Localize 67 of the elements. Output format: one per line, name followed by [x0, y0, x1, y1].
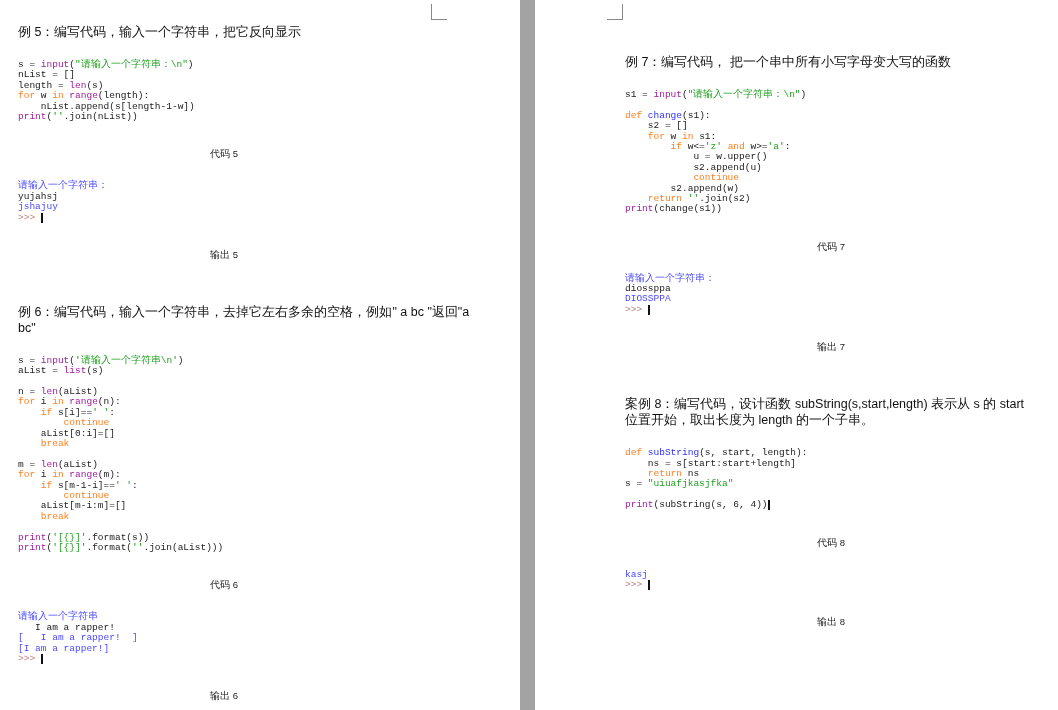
code-line: print(subString(s, 6, 4)) — [625, 500, 768, 511]
code-line: nList = [] — [18, 70, 75, 81]
code-line: s = "uiuafjkasjfka" — [625, 479, 734, 490]
code-line: print('[{}]'.format(''.join(aList))) — [18, 542, 224, 554]
code-line: print(''.join(nList)) — [18, 111, 138, 123]
code-line: s1 = input("请输入一个字符串：\n") — [625, 90, 807, 101]
code-line: continue — [62, 491, 110, 501]
code-line: def subString(s, start, length): — [625, 448, 808, 459]
figure-caption: 输出 7 — [817, 341, 846, 353]
figure-caption: 代码 8 — [817, 536, 846, 548]
code-line: m = len(aList) — [18, 459, 98, 470]
console-line: diossppa — [625, 284, 671, 295]
code-line: if s[m-1-i]==' ': — [39, 480, 138, 491]
code-line: u = w.upper() — [692, 152, 768, 163]
code-line: continue — [62, 418, 110, 429]
figure-caption: 输出 5 — [210, 248, 239, 260]
console-line: 请输入一个字符串： — [625, 273, 715, 284]
code-line: ns = s[start:start+length] — [646, 458, 797, 470]
code-line: print('[{}]'.format(s)) — [18, 532, 150, 543]
exercise-heading: 例 6：编写代码，输入一个字符串，去掉它左右多余的空格，例如" a bc "返回"a bc" — [18, 303, 471, 336]
console-line: 请输入一个字符串： — [18, 181, 108, 192]
figure-caption: 代码 5 — [210, 148, 239, 160]
exercise-heading: 例 7：编写代码， 把一个串中所有小写字母变大写的函数 — [625, 54, 952, 70]
console-line: [ I am a rapper! ] — [18, 633, 138, 644]
code-line: def change(s1): — [625, 110, 711, 121]
exercise-heading: 案例 8：编写代码，设计函数 subString(s,start,length) 表示从 s 的 start 位置开始，取出长度为 length 的一个子串。 — [625, 396, 1026, 429]
code-line: print(change(s1)) — [625, 204, 722, 215]
code-line: nList.append(s[length-1-w]) — [39, 101, 195, 112]
figure-caption: 代码 6 — [210, 579, 239, 591]
code-line: s2 = [] — [646, 121, 688, 132]
console-line: DIOSSPPA — [625, 294, 671, 305]
figure-caption: 代码 7 — [817, 240, 846, 252]
code-line: for w in s1: — [646, 131, 717, 142]
console-line: >>> — [625, 304, 644, 316]
code-line: s = input("请输入一个字符串：\n") — [18, 60, 194, 70]
console-line: >>> — [18, 212, 37, 223]
code-line: s = input('请输入一个字符串\n') — [18, 355, 184, 366]
code-line: for i in range(n): — [18, 397, 121, 408]
code-line: continue — [692, 173, 740, 184]
code-line: return ns — [646, 469, 700, 480]
figure-caption: 输出 6 — [210, 690, 239, 702]
console-line: I am a rapper! — [34, 622, 115, 634]
code-line: aList[0:i]=[] — [39, 428, 115, 439]
console-line: 请输入一个字符串 — [18, 612, 98, 623]
code-line: for i in range(m): — [18, 470, 121, 481]
exercise-heading: 例 5：编写代码，输入一个字符串，把它反向显示 — [18, 24, 303, 40]
code-line: return ''.join(s2) — [646, 193, 751, 204]
console-line: yujahsj — [18, 191, 58, 202]
code-line: s2.append(u) — [692, 162, 762, 173]
console-line: [I am a rapper!] — [18, 643, 110, 654]
code-line: break — [39, 511, 70, 523]
code-line: length = len(s) — [18, 80, 104, 91]
code-line: n = len(aList) — [18, 387, 98, 398]
code-line: aList[m-i:m]=[] — [39, 501, 127, 512]
code-line: for w in range(length): — [18, 91, 150, 102]
console-line: >>> — [625, 580, 644, 591]
console-line: kasj — [625, 569, 648, 580]
corner-mark — [607, 4, 623, 20]
figure-caption: 输出 8 — [817, 616, 846, 628]
code-line: if w<='z' and w>='a': — [669, 141, 791, 152]
code-line: break — [39, 439, 70, 450]
code-line: if s[i]==' ': — [39, 407, 115, 418]
code-line: s2.append(w) — [669, 183, 740, 194]
corner-mark — [431, 4, 447, 20]
console-line: jshajuy — [18, 202, 58, 213]
console-line: >>> — [18, 653, 37, 665]
code-line: aList = list(s) — [18, 366, 104, 377]
